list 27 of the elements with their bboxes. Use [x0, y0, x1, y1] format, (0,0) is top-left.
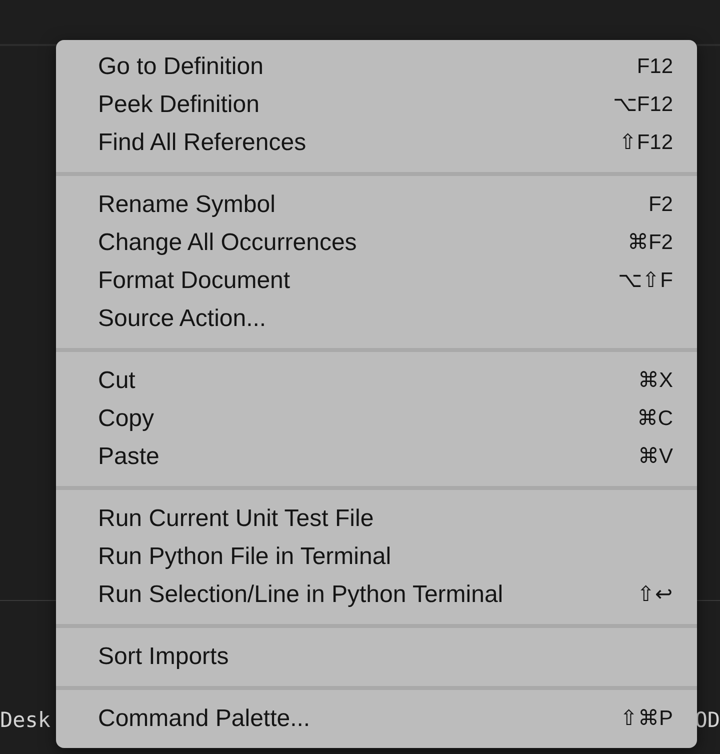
menu-item[interactable]: Go to Definition F12 — [56, 48, 697, 86]
menu-item[interactable]: Rename Symbol F2 — [56, 186, 697, 224]
shortcut-text: ⇧F12 — [618, 130, 673, 156]
shortcut-text: ⌘C — [636, 406, 673, 432]
menu-item[interactable]: Source Action... — [56, 300, 697, 338]
menu-item[interactable]: Copy ⌘C — [56, 400, 697, 438]
terminal-text: Desk — [0, 707, 51, 734]
shortcut-text: ⇧⌘P — [620, 706, 673, 732]
shortcut-text: F2 — [648, 192, 673, 218]
shortcut-text: ⌘F2 — [627, 230, 673, 256]
menu-item[interactable]: Run Current Unit Test File — [56, 500, 697, 538]
menu-item[interactable]: Run Python File in Terminal — [56, 538, 697, 576]
menu-item[interactable]: Change All Occurrences ⌘F2 — [56, 224, 697, 262]
menu-item[interactable]: Format Document ⌥⇧F — [56, 262, 697, 300]
menu-item[interactable]: Sort Imports — [56, 638, 697, 676]
menu-item[interactable]: Peek Definition ⌥F12 — [56, 86, 697, 124]
shortcut-text: ⌥⇧F — [618, 268, 673, 294]
shortcut-text: ⌘X — [638, 368, 673, 394]
shortcut-text: F12 — [636, 54, 673, 80]
menu-item[interactable]: Run Selection/Line in Python Terminal ⇧↩ — [56, 576, 697, 614]
menu-item[interactable]: Command Palette... ⇧⌘P — [56, 700, 697, 738]
shortcut-text: ⌥F12 — [612, 92, 673, 118]
shortcut-text: ⇧↩ — [637, 582, 673, 608]
menu-item[interactable]: Paste ⌘V — [56, 438, 697, 476]
shortcut-text: ⌘V — [638, 444, 673, 470]
menu-item[interactable]: Find All References ⇧F12 — [56, 124, 697, 162]
menu-item[interactable]: Cut ⌘X — [56, 362, 697, 400]
